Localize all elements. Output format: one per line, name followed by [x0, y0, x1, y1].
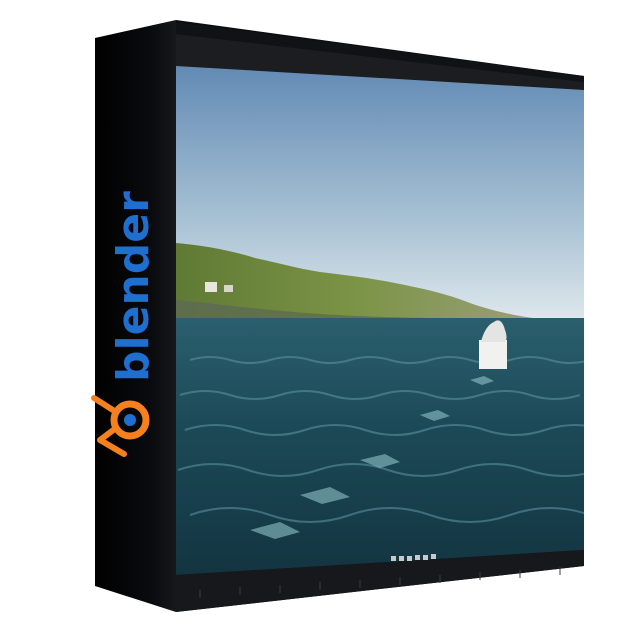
brand-name: blender: [108, 191, 159, 382]
step-back-icon[interactable]: [399, 556, 404, 561]
3d-viewport: [176, 66, 584, 575]
jump-end-icon[interactable]: [431, 554, 436, 559]
play-icon[interactable]: [415, 555, 420, 560]
step-forward-icon[interactable]: [423, 555, 428, 560]
white-cube[interactable]: [479, 340, 507, 369]
house: [205, 282, 217, 292]
software-box-render: blender: [91, 20, 584, 612]
play-reverse-icon[interactable]: [407, 556, 412, 561]
house-2: [224, 285, 233, 292]
jump-start-icon[interactable]: [391, 556, 396, 561]
